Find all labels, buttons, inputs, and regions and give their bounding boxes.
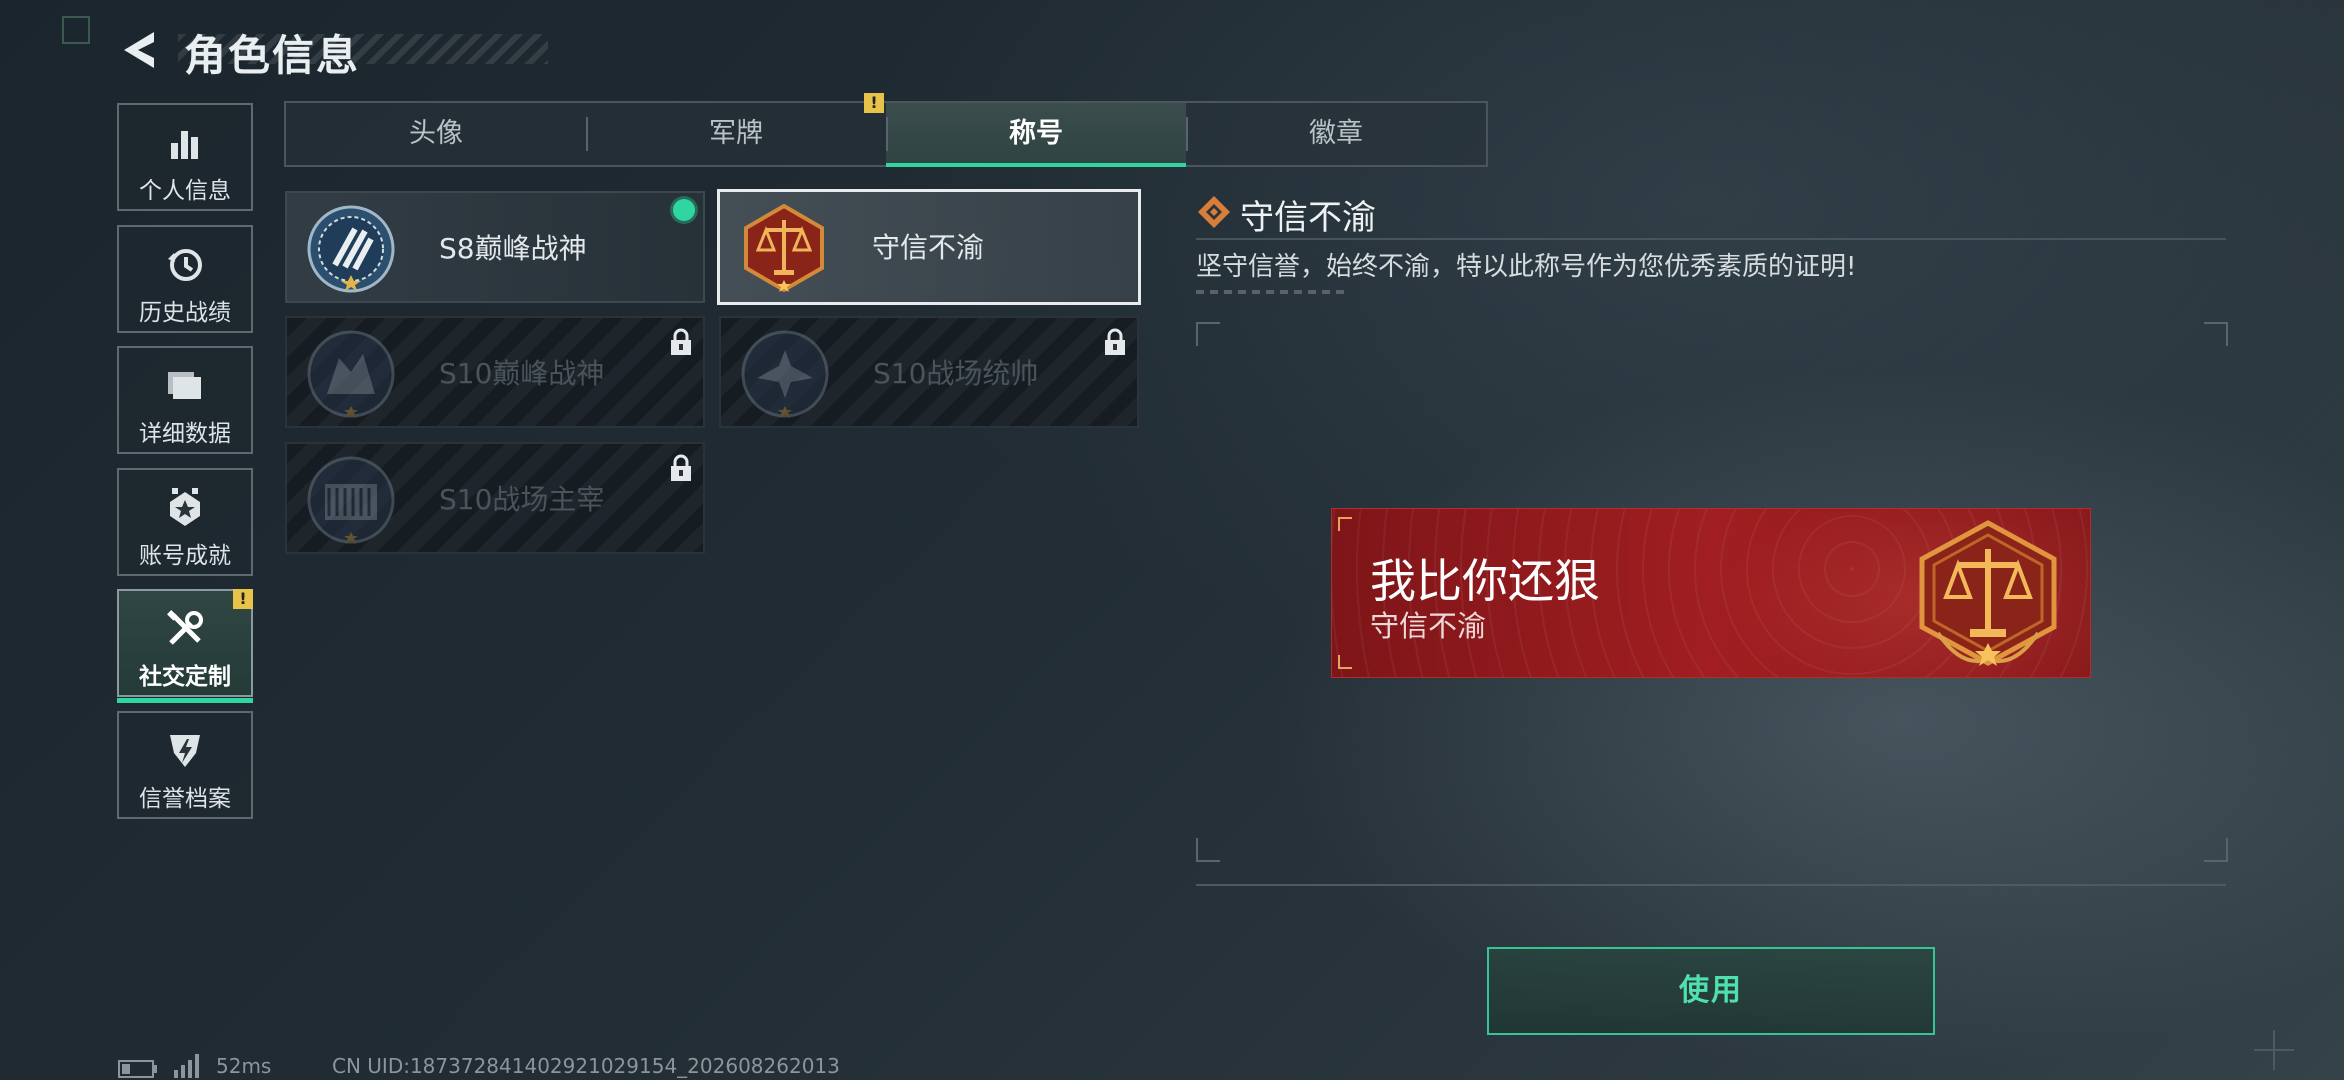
lock-icon [1105, 328, 1125, 355]
bar-chart-icon [171, 131, 198, 159]
user-uid: CN UID:18737284140292102915‍4_2026082620… [332, 1054, 840, 1078]
tab-title[interactable]: 称号 [886, 103, 1186, 167]
crosshair-icon [2254, 1030, 2294, 1070]
detail-description: 坚守信誉，始终不渝，特以此称号作为您优秀素质的证明! [1196, 252, 1857, 282]
sidebar-item-label: 信誉档案 [139, 786, 231, 812]
title-card-s8-peak-god[interactable]: S8巅峰战神 [285, 191, 705, 303]
title-card-keep-faith[interactable]: 守信不渝 [717, 189, 1141, 305]
frame-corner [2204, 838, 2228, 862]
alert-badge: ! [233, 589, 253, 609]
banner-bracket [1338, 517, 1352, 531]
title-name: 守信不渝 [872, 231, 985, 264]
sidebar-item-credit-record[interactable]: 信誉档案 [117, 711, 253, 819]
lock-icon [671, 328, 691, 355]
tab-alert-badge: ! [864, 93, 884, 113]
equipped-indicator [673, 199, 695, 221]
tab-badge[interactable]: 徽章 [1186, 103, 1486, 165]
title-name: S10战场统帅 [873, 357, 1039, 390]
banner-sub-text: 守信不渝 [1370, 609, 1487, 643]
s10-dominator-medal-icon [307, 456, 395, 544]
sidebar-item-achievements[interactable]: 账号成就 [117, 468, 253, 576]
lock-icon [671, 454, 691, 481]
banner-main-text: 我比你还狠 [1370, 554, 1600, 608]
back-arrow-icon[interactable] [118, 28, 158, 72]
divider [1196, 238, 2226, 240]
frame-corner [1196, 322, 1220, 346]
achievement-icon [170, 488, 200, 526]
frame-corner [2204, 322, 2228, 346]
sidebar-item-history[interactable]: 历史战绩 [117, 225, 253, 333]
sidebar-item-label: 详细数据 [139, 421, 231, 447]
sidebar-item-personal-info[interactable]: 个人信息 [117, 103, 253, 211]
frame-divider [1196, 884, 2226, 886]
banner-bracket [1338, 655, 1352, 669]
scales-medal-icon [744, 203, 824, 293]
use-button[interactable]: 使用 [1487, 947, 1935, 1035]
title-card-s10-dominator[interactable]: S10战场主宰 [285, 442, 705, 554]
tools-icon [167, 610, 203, 645]
detail-decoration [1196, 290, 1346, 294]
signal-icon [174, 1054, 199, 1078]
tab-dog-tag[interactable]: 军牌 [586, 103, 886, 165]
sidebar-item-detailed-data[interactable]: 详细数据 [117, 346, 253, 454]
ping-value: 52ms [216, 1054, 272, 1078]
title-card-s10-peak-god[interactable]: S10巅峰战神 [285, 316, 705, 428]
battery-icon [118, 1060, 157, 1078]
title-name: S10巅峰战神 [439, 357, 605, 390]
s10-commander-medal-icon [741, 330, 829, 418]
active-indicator [117, 698, 253, 703]
title-name: S8巅峰战神 [439, 232, 587, 265]
detail-title: 守信不渝 [1240, 198, 1376, 238]
credit-shield-icon [170, 735, 200, 767]
sidebar-item-label: 社交定制 [139, 664, 231, 690]
sidebar-item-social-custom[interactable]: 社交定制 ! [117, 589, 253, 703]
tab-avatar[interactable]: 头像 [286, 103, 586, 165]
page-title: 角色信息 [184, 31, 361, 80]
title-banner-preview: 我比你还狠 守信不渝 [1331, 508, 2091, 678]
sidebar-item-label: 账号成就 [139, 543, 231, 569]
history-clock-icon [168, 249, 202, 281]
s8-medal-icon [307, 205, 395, 293]
title-card-s10-commander[interactable]: S10战场统帅 [719, 316, 1139, 428]
s10-medal-icon [307, 330, 395, 418]
scales-medal-icon [1919, 520, 2057, 666]
sidebar-item-label: 个人信息 [139, 178, 231, 204]
page-header: 角色信息 [118, 22, 548, 80]
sidebar-item-label: 历史战绩 [139, 300, 231, 326]
corner-decoration [62, 16, 90, 44]
tab-label: 军牌 [709, 118, 763, 149]
diamond-icon [1198, 196, 1230, 228]
category-tabs: 头像 军牌 称号 徽章 [284, 101, 1488, 167]
title-name: S10战场主宰 [439, 483, 605, 516]
folder-icon [168, 372, 201, 399]
frame-corner [1196, 838, 1220, 862]
